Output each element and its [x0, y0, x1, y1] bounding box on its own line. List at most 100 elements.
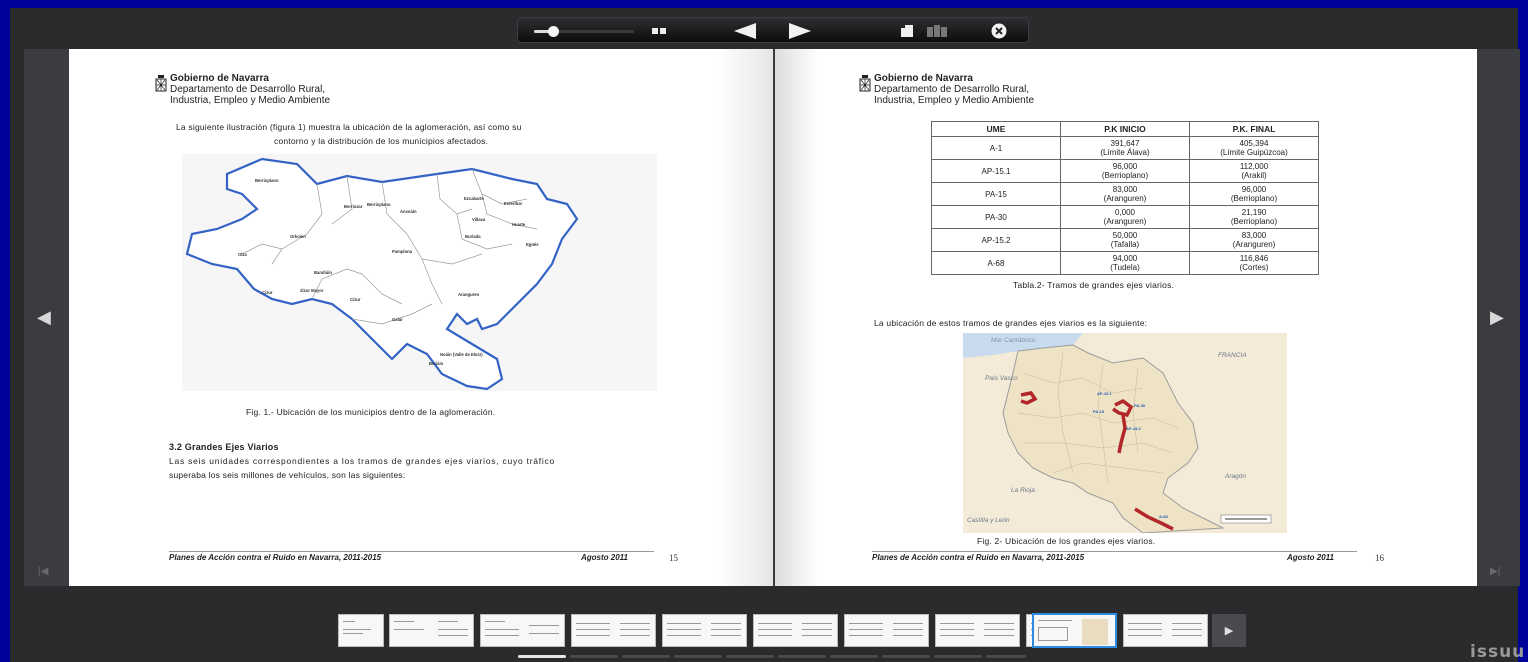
- road-tag-pa-15: PA-15: [1093, 409, 1105, 414]
- intro-line-2: contorno y la distribución de los munici…: [274, 136, 489, 146]
- org-name: Gobierno de Navarra: [170, 73, 269, 84]
- table-cell-pk-inicio: 94,000 (Tudela): [1060, 251, 1190, 275]
- table-row: PA-15 83,000 (Aranguren) 96,000 (Berriopla…: [931, 182, 1319, 206]
- issuu-logo[interactable]: issuu: [1470, 642, 1525, 662]
- body-line-2: superaba los seis millones de vehículos,…: [169, 470, 406, 480]
- next-arrow-icon[interactable]: [786, 22, 812, 40]
- table-cell-ume: AP-15.1: [931, 159, 1061, 183]
- left-page[interactable]: Gobierno de Navarra Departamento de Desa…: [69, 49, 773, 586]
- thumbnail-page[interactable]: [935, 614, 1020, 647]
- thumbnail-page[interactable]: [389, 614, 474, 647]
- map-label-ansoain: Ansoáin: [400, 209, 417, 214]
- grid-view-icon[interactable]: [926, 24, 948, 38]
- thumbnail-page[interactable]: [480, 614, 565, 647]
- table-header-ume: UME: [931, 121, 1061, 137]
- table-cell-pk-inicio: 391,647 (Límite Álava): [1060, 136, 1190, 160]
- figure-2-caption: Fig. 2- Ubicación de los grandes ejes vi…: [977, 536, 1156, 546]
- previous-arrow-icon[interactable]: [733, 22, 759, 40]
- table-header-pk-final: P.K. FINAL: [1189, 121, 1319, 137]
- progress-segment[interactable]: [986, 655, 1026, 658]
- map-label-pamplona: Pamplona: [392, 249, 413, 254]
- previous-page-arrow-icon[interactable]: ◀: [37, 307, 51, 328]
- table-row: AP-15.2 50,000 (Tafalla) 83,000 (Aranguren…: [931, 228, 1319, 252]
- map-label-aragon: Aragón: [1225, 473, 1246, 480]
- map-label-cizur: Cizur: [262, 290, 273, 295]
- table-cell-pk-final: 112,000 (Arakil): [1189, 159, 1319, 183]
- progress-segment[interactable]: [830, 655, 878, 658]
- map-label-castilla: Castilla y León: [967, 517, 1010, 524]
- roads-map: Mar Cantábrico FRANCIA País Vasco Aragón…: [963, 333, 1287, 533]
- navarra-coat-of-arms-icon: [155, 75, 167, 92]
- figure-1-caption: Fig. 1.- Ubicación de los municipios den…: [246, 407, 496, 417]
- footer-divider: [169, 551, 654, 552]
- map-label-huarte: Huarte: [512, 222, 526, 227]
- single-page-view-icon[interactable]: [652, 26, 668, 36]
- dept-line-2: Industria, Empleo y Medio Ambiente: [874, 95, 1035, 106]
- navarra-coat-of-arms-icon: [859, 75, 871, 92]
- close-icon[interactable]: [990, 22, 1008, 40]
- map-label-rioja: La Rioja: [1011, 487, 1035, 494]
- table-header-row: UME P.K INICIO P.K. FINAL: [931, 121, 1319, 137]
- right-page[interactable]: Gobierno de Navarra Departamento de Desa…: [775, 49, 1477, 586]
- table-cell-pk-final: 21,190 (Berrioplano): [1189, 205, 1319, 229]
- map-label-burlada: Burlada: [465, 234, 481, 239]
- municipalities-map: Berrioplano Berriozar Berrioplano Ansoái…: [182, 154, 657, 391]
- table-cell-ume: A-68: [931, 251, 1061, 275]
- map-label-egues: Egüés: [526, 242, 539, 247]
- thumbnails-next-icon[interactable]: ▶: [1212, 614, 1246, 647]
- thumbnail-page[interactable]: [1123, 614, 1208, 647]
- thumbnail-page[interactable]: [338, 614, 384, 647]
- table-row: AP-15.1 96,000 (Berrioplano) 112,000 (Arak…: [931, 159, 1319, 183]
- table-cell-ume: PA-15: [931, 182, 1061, 206]
- map-label-villava: Villava: [472, 217, 486, 222]
- progress-segment[interactable]: [882, 655, 930, 658]
- progress-segment[interactable]: [674, 655, 722, 658]
- thumbnail-page[interactable]: [753, 614, 838, 647]
- table-cell-pk-inicio: 0,000 (Aranguren): [1060, 205, 1190, 229]
- table-header-pk-inicio: P.K INICIO: [1060, 121, 1190, 137]
- map-label-sea: Mar Cantábrico: [991, 337, 1036, 344]
- progress-segment[interactable]: [570, 655, 618, 658]
- progress-segment[interactable]: [622, 655, 670, 658]
- footer-title: Planes de Acción contra el Ruido en Nava…: [872, 553, 1085, 562]
- progress-segment[interactable]: [518, 655, 566, 658]
- thumbnail-page[interactable]: [844, 614, 929, 647]
- table-caption: Tabla.2- Tramos de grandes ejes viarios.: [1013, 280, 1175, 290]
- table-cell-ume: PA-30: [931, 205, 1061, 229]
- dept-line-2: Industria, Empleo y Medio Ambiente: [170, 95, 331, 106]
- progress-segment[interactable]: [726, 655, 774, 658]
- last-page-icon[interactable]: ▶|: [1490, 566, 1500, 577]
- progress-segment[interactable]: [778, 655, 826, 658]
- map-label-beriain: Beriáin: [429, 361, 444, 366]
- table-cell-ume: AP-15.2: [931, 228, 1061, 252]
- map-label-aranguren: Aranguren: [458, 292, 480, 297]
- road-tag-ap-15-2: AP-15.2: [1126, 426, 1141, 431]
- table-row: A-68 94,000 (Tudela) 116,846 (Cortes): [931, 251, 1319, 275]
- map-label-france: FRANCIA: [1218, 352, 1247, 359]
- zoom-slider-knob[interactable]: [548, 26, 559, 37]
- table-cell-pk-final: 96,000 (Berrioplano): [1189, 182, 1319, 206]
- map-label-berrioplano: Berrioplano: [255, 178, 279, 183]
- progress-segment[interactable]: [934, 655, 982, 658]
- thumbnail-page[interactable]: [662, 614, 747, 647]
- map-label-basque: País Vasco: [985, 375, 1018, 382]
- table-cell-pk-inicio: 83,000 (Aranguren): [1060, 182, 1190, 206]
- footer-title: Planes de Acción contra el Ruido en Nava…: [169, 553, 382, 562]
- next-page-arrow-icon[interactable]: ▶: [1490, 307, 1504, 328]
- first-page-icon[interactable]: |◀: [38, 566, 48, 577]
- map-label-galar: Galar: [392, 317, 403, 322]
- map-label-olza: Olza: [238, 252, 247, 257]
- road-segments-table: UME P.K INICIO P.K. FINAL A-1 391,647 (Lí…: [931, 121, 1319, 275]
- thumbnail-page-selected[interactable]: [1032, 613, 1117, 648]
- table-cell-pk-final: 405,394 (Límite Guipúzcoa): [1189, 136, 1319, 160]
- viewer-toolbar: [517, 17, 1029, 43]
- dept-line-1: Departamento de Desarrollo Rural,: [874, 84, 1030, 95]
- map-label-orkoien: Orkoien: [290, 234, 306, 239]
- org-header: Gobierno de Navarra Departamento de Desa…: [170, 73, 330, 106]
- thumbnail-page[interactable]: [571, 614, 656, 647]
- map-label-ezcabarte: Ezcabarte: [464, 196, 484, 201]
- page-number: 16: [1375, 553, 1384, 563]
- table-cell-ume: A-1: [931, 136, 1061, 160]
- footer-date: Agosto 2011: [581, 553, 628, 562]
- fullscreen-icon[interactable]: [900, 24, 914, 38]
